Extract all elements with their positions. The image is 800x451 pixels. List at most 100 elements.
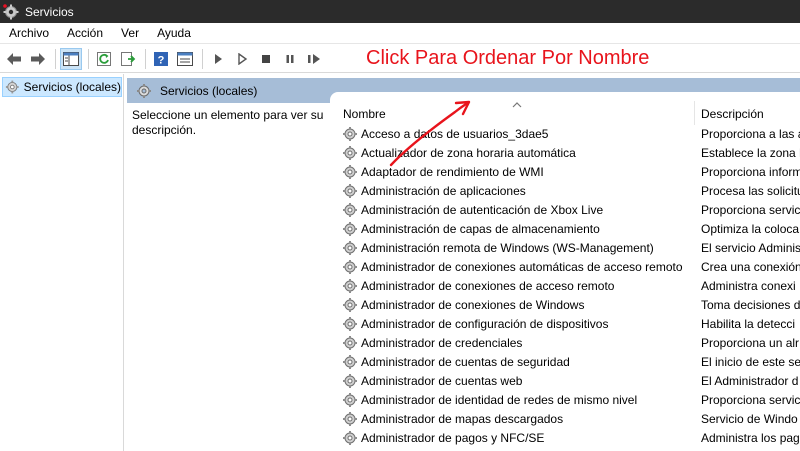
service-name: Administrador de identidad de redes de m… bbox=[361, 393, 638, 407]
service-description-cell: Optimiza la coloca bbox=[701, 222, 800, 236]
stop-service-button[interactable] bbox=[255, 48, 277, 70]
properties-icon bbox=[177, 51, 193, 66]
service-gear-icon bbox=[342, 354, 358, 370]
service-description-cell: Crea una conexión bbox=[701, 260, 800, 274]
restart-icon bbox=[308, 53, 320, 64]
service-name: Adaptador de rendimiento de WMI bbox=[361, 165, 544, 179]
forward-arrow-icon bbox=[31, 52, 45, 65]
play-icon bbox=[215, 53, 222, 64]
column-divider[interactable] bbox=[694, 101, 695, 125]
back-button[interactable] bbox=[3, 48, 25, 70]
service-gear-icon bbox=[342, 221, 358, 237]
properties-button[interactable] bbox=[174, 48, 196, 70]
menu-bar: Archivo Acción Ver Ayuda bbox=[0, 23, 800, 44]
menu-archivo[interactable]: Archivo bbox=[0, 23, 58, 44]
service-name: Administrador de conexiones de acceso re… bbox=[361, 279, 615, 293]
menu-accion[interactable]: Acción bbox=[58, 23, 112, 44]
show-console-tree-button[interactable] bbox=[60, 47, 82, 70]
service-gear-icon bbox=[342, 430, 358, 446]
table-row[interactable]: Administrador de credenciales Proporciona… bbox=[330, 334, 800, 353]
table-row[interactable]: Administrador de conexiones de Windows To… bbox=[330, 296, 800, 315]
service-description-cell: El Administrador d bbox=[701, 374, 799, 388]
pause-icon bbox=[286, 54, 294, 63]
help-button[interactable]: ? bbox=[150, 48, 172, 70]
service-description-cell: Toma decisiones d bbox=[701, 298, 800, 312]
help-icon: ? bbox=[154, 51, 168, 66]
service-gear-icon bbox=[342, 145, 358, 161]
service-description-cell: Servicio de Windo bbox=[701, 412, 798, 426]
service-description-cell: Proporciona servic bbox=[701, 393, 800, 407]
table-row[interactable]: Administrador de identidad de redes de m… bbox=[330, 391, 800, 410]
export-list-button[interactable] bbox=[117, 48, 139, 70]
service-name: Administrador de pagos y NFC/SE bbox=[361, 431, 545, 445]
refresh-icon bbox=[97, 51, 111, 66]
table-row[interactable]: Administrador de cuentas web El Administr… bbox=[330, 372, 800, 391]
service-name: Administrador de mapas descargados bbox=[361, 412, 564, 426]
service-name: Actualizador de zona horaria automática bbox=[361, 146, 576, 160]
restart-service-button[interactable] bbox=[303, 48, 325, 70]
refresh-button[interactable] bbox=[93, 48, 115, 70]
service-gear-icon bbox=[342, 373, 358, 389]
column-header-name[interactable]: Nombre bbox=[343, 101, 386, 125]
table-row[interactable]: Administrador de mapas descargados Servic… bbox=[330, 410, 800, 429]
services-gear-icon bbox=[5, 80, 19, 94]
service-name: Administrador de conexiones de Windows bbox=[361, 298, 585, 312]
table-row[interactable]: Administración de capas de almacenamient… bbox=[330, 220, 800, 239]
column-header-description[interactable]: Descripción bbox=[701, 101, 764, 125]
service-description: Seleccione un elemento para ver su descr… bbox=[132, 108, 324, 137]
list-header: Nombre Descripción bbox=[330, 101, 800, 125]
pane-title: Servicios (locales) bbox=[160, 83, 258, 98]
table-row[interactable]: Administración de aplicaciones Procesa la… bbox=[330, 182, 800, 201]
forward-button[interactable] bbox=[27, 48, 49, 70]
menu-ayuda[interactable]: Ayuda bbox=[148, 23, 200, 44]
service-gear-icon bbox=[342, 240, 358, 256]
services-gear-icon[interactable] bbox=[3, 3, 19, 20]
service-description-cell: Proporciona un alr bbox=[701, 336, 800, 350]
play-outline-icon bbox=[238, 52, 248, 65]
services-list: Nombre Descripción Acceso a datos de usu… bbox=[330, 92, 800, 451]
table-row[interactable]: Administrador de conexiones automáticas … bbox=[330, 258, 800, 277]
service-description-cell: Establece la zona h bbox=[701, 146, 800, 160]
table-row[interactable]: Administrador de pagos y NFC/SE Administr… bbox=[330, 429, 800, 448]
table-row[interactable]: Actualizador de zona horaria automática E… bbox=[330, 144, 800, 163]
service-gear-icon bbox=[342, 126, 358, 142]
stop-icon bbox=[262, 54, 270, 63]
service-gear-icon bbox=[342, 411, 358, 427]
service-name: Administrador de cuentas web bbox=[361, 374, 523, 388]
service-gear-icon bbox=[342, 297, 358, 313]
table-row[interactable]: Administrador de conexiones de acceso re… bbox=[330, 277, 800, 296]
service-gear-icon bbox=[342, 183, 358, 199]
service-name: Administración de aplicaciones bbox=[361, 184, 526, 198]
service-gear-icon bbox=[342, 164, 358, 180]
service-description-cell: Proporciona a las a bbox=[701, 127, 800, 141]
service-description-cell: Administra los pag bbox=[701, 431, 800, 445]
sort-chevron-up-icon bbox=[512, 102, 522, 108]
start-paused-button[interactable] bbox=[231, 48, 253, 70]
service-name: Administrador de cuentas de seguridad bbox=[361, 355, 570, 369]
service-description-cell: El servicio Adminis bbox=[701, 241, 800, 255]
table-row[interactable]: Administración remota de Windows (WS-Man… bbox=[330, 239, 800, 258]
console-tree: Servicios (locales) bbox=[0, 74, 124, 451]
service-description-cell: Proporciona servic bbox=[701, 203, 800, 217]
console-tree-icon bbox=[63, 51, 79, 66]
service-description-cell: Proporciona inform bbox=[701, 165, 800, 179]
service-gear-icon bbox=[342, 202, 358, 218]
toolbar-separator bbox=[202, 48, 203, 69]
menu-ver[interactable]: Ver bbox=[112, 23, 148, 44]
table-row[interactable]: Administrador de configuración de dispos… bbox=[330, 315, 800, 334]
table-row[interactable]: Acceso a datos de usuarios_3dae5 Proporci… bbox=[330, 125, 800, 144]
title-bar: Servicios bbox=[0, 0, 800, 23]
table-row[interactable]: Adaptador de rendimiento de WMI Proporcio… bbox=[330, 163, 800, 182]
table-row[interactable]: Administración de autenticación de Xbox … bbox=[330, 201, 800, 220]
tree-item-servicios-locales[interactable]: Servicios (locales) bbox=[2, 77, 122, 97]
service-description-cell: Habilita la detecci bbox=[701, 317, 796, 331]
tree-item-label: Servicios (locales) bbox=[23, 80, 121, 94]
service-name: Acceso a datos de usuarios_3dae5 bbox=[361, 127, 549, 141]
start-service-button[interactable] bbox=[207, 48, 229, 70]
svg-text:?: ? bbox=[158, 54, 165, 66]
service-gear-icon bbox=[342, 259, 358, 275]
table-row[interactable]: Administrador de cuentas de seguridad El … bbox=[330, 353, 800, 372]
export-icon bbox=[121, 51, 136, 66]
pause-service-button[interactable] bbox=[279, 48, 301, 70]
toolbar-separator bbox=[55, 48, 56, 69]
